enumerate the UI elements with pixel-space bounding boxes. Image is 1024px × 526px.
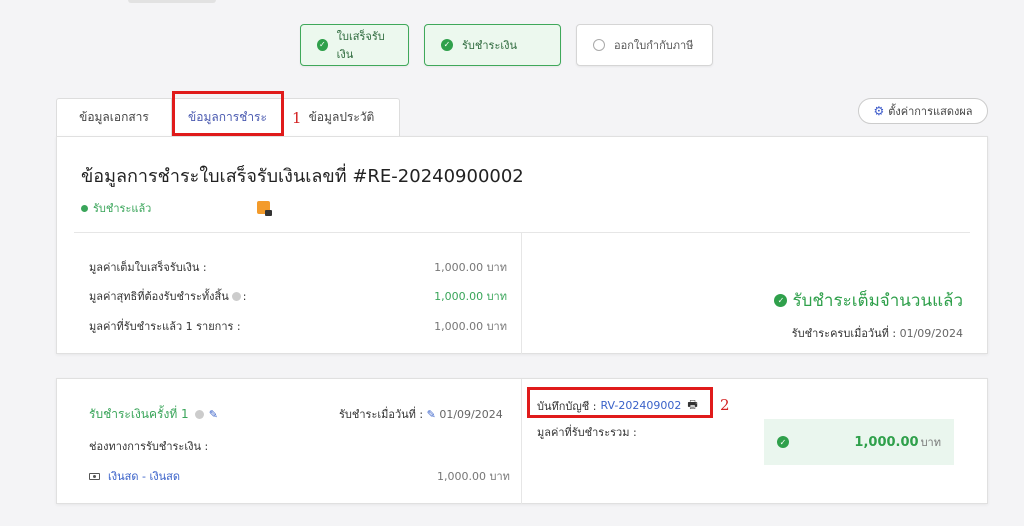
fully-paid-date-label: รับชำระครบเมื่อวันที่ : xyxy=(791,327,897,340)
display-settings-button[interactable]: ⚙ ตั้งค่าการแสดงผล xyxy=(858,98,988,124)
annotation-box-2 xyxy=(527,387,713,418)
edit-pencil-icon[interactable]: ✎ xyxy=(427,408,436,421)
payment-date-label: รับชำระเมื่อวันที่ : xyxy=(339,408,424,421)
edit-pencil-icon[interactable]: ✎ xyxy=(209,408,218,421)
locked-document-icon[interactable] xyxy=(257,201,272,216)
step-tax-invoice-label: ออกใบกำกับภาษี xyxy=(614,39,694,52)
payment-channel-value: เงินสด - เงินสด xyxy=(108,470,180,483)
display-settings-label: ตั้งค่าการแสดงผล xyxy=(888,105,973,118)
tab-history-label: ข้อมูลประวัติ xyxy=(308,110,375,124)
fully-paid-date: รับชำระครบเมื่อวันที่ : 01/09/2024 xyxy=(792,324,963,342)
column-divider xyxy=(521,233,522,354)
gear-icon: ⚙ xyxy=(873,104,885,118)
status-dot-icon xyxy=(81,204,88,212)
payment-channel[interactable]: เงินสด - เงินสด xyxy=(89,467,180,485)
step-receive-payment-button[interactable]: ✓ รับชำระเงิน xyxy=(424,24,561,66)
check-circle-icon: ✓ xyxy=(441,39,453,51)
summary-row-full-value: มูลค่าเต็มใบเสร็จรับเงิน : 1,000.00 บาท xyxy=(89,258,507,276)
payment-summary-card: ข้อมูลการชำระใบเสร็จรับเงินเลขที่ #RE-20… xyxy=(56,136,988,354)
total-received-value: 1,000.00 xyxy=(854,435,919,450)
summary-row-paid-value: มูลค่าที่รับชำระแล้ว 1 รายการ : 1,000.00… xyxy=(89,317,507,335)
total-received-unit: บาท xyxy=(920,436,941,449)
total-received-box: ✓ 1,000.00 บาท xyxy=(764,419,954,465)
payment-round: รับชำระเงินครั้งที่ 1 ✎ xyxy=(89,405,218,424)
check-circle-icon: ✓ xyxy=(774,294,788,307)
top-edge-stub xyxy=(128,0,216,3)
step-receive-payment-label: รับชำระเงิน xyxy=(462,39,517,52)
summary-row-value: 1,000.00 บาท xyxy=(434,261,507,274)
summary-row-label: มูลค่าที่รับชำระแล้ว 1 รายการ : xyxy=(89,320,241,333)
fully-paid-label: รับชำระเต็มจำนวนแล้ว xyxy=(792,291,963,311)
status-label: รับชำระแล้ว xyxy=(93,202,152,215)
cash-icon xyxy=(89,472,100,480)
status-badge: รับชำระแล้ว xyxy=(81,199,151,217)
empty-circle-icon xyxy=(593,39,605,51)
column-divider xyxy=(521,379,522,504)
check-circle-icon: ✓ xyxy=(777,436,789,448)
annotation-number-2: 2 xyxy=(720,396,730,414)
summary-row-label-wrap: มูลค่าสุทธิที่ต้องรับชำระทั้งสิ้น: xyxy=(89,287,247,305)
tab-document-info-label: ข้อมูลเอกสาร xyxy=(79,110,149,124)
step-receipt-button[interactable]: ✓ ใบเสร็จรับเงิน xyxy=(300,24,409,66)
payment-round-label: รับชำระเงินครั้งที่ 1 xyxy=(89,407,189,421)
summary-row-net-value: มูลค่าสุทธิที่ต้องรับชำระทั้งสิ้น: 1,000… xyxy=(89,287,507,305)
tab-document-info[interactable]: ข้อมูลเอกสาร xyxy=(56,98,172,136)
fully-paid-date-value: 01/09/2024 xyxy=(899,327,963,340)
help-icon[interactable] xyxy=(231,292,241,301)
workflow-steps: ✓ ใบเสร็จรับเงิน ✓ รับชำระเงิน ออกใบกำกั… xyxy=(300,24,713,66)
step-tax-invoice-button[interactable]: ออกใบกำกับภาษี xyxy=(576,24,713,66)
payment-date-value: 01/09/2024 xyxy=(439,408,503,421)
payment-channel-amount: 1,000.00 บาท xyxy=(437,470,510,483)
payment-date: รับชำระเมื่อวันที่ : ✎ 01/09/2024 xyxy=(339,405,503,423)
annotation-box-1 xyxy=(172,91,284,136)
summary-row-label-suffix: : xyxy=(242,290,247,303)
summary-row-label: มูลค่าเต็มใบเสร็จรับเงิน : xyxy=(89,261,207,274)
summary-row-value: 1,000.00 บาท xyxy=(434,290,507,303)
divider xyxy=(74,232,970,233)
page-title: ข้อมูลการชำระใบเสร็จรับเงินเลขที่ #RE-20… xyxy=(81,166,524,187)
summary-row-label: มูลค่าสุทธิที่ต้องรับชำระทั้งสิ้น xyxy=(89,290,229,303)
summary-row-value: 1,000.00 บาท xyxy=(434,320,507,333)
fully-paid-status: ✓ รับชำระเต็มจำนวนแล้ว xyxy=(774,287,963,314)
payment-channel-label: ช่องทางการรับชำระเงิน : xyxy=(89,440,209,453)
check-circle-icon: ✓ xyxy=(317,39,328,51)
total-received-label: มูลค่าที่รับชำระรวม : xyxy=(537,426,637,439)
payment-record-card: รับชำระเงินครั้งที่ 1 ✎ รับชำระเมื่อวันท… xyxy=(56,378,988,504)
total-received-amount: 1,000.00 บาท xyxy=(854,433,941,451)
help-icon[interactable] xyxy=(194,410,204,419)
annotation-number-1: 1 xyxy=(292,109,302,127)
step-receipt-label: ใบเสร็จรับเงิน xyxy=(336,30,385,61)
